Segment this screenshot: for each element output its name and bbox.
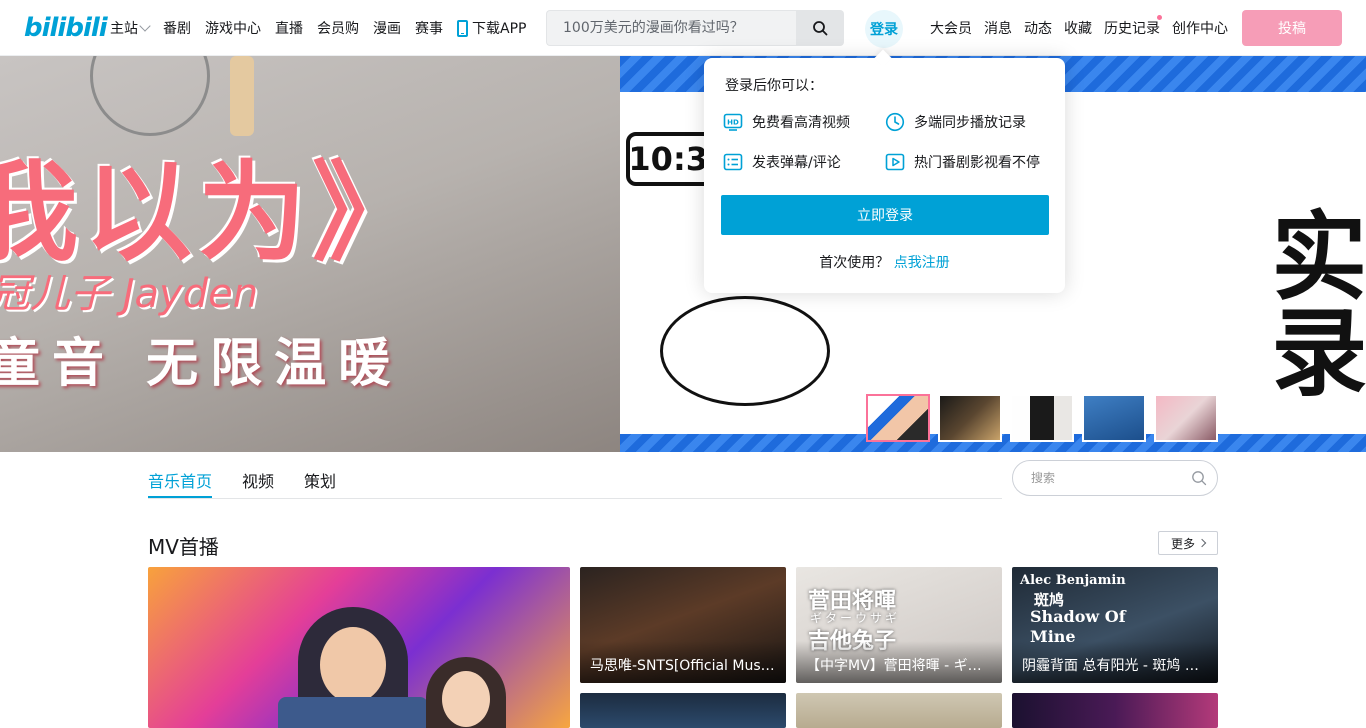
perk-label: 发表弹幕/评论 [752, 155, 841, 171]
perk-label: 免费看高清视频 [752, 115, 850, 131]
banner-subline: 冠儿子 Jayden [0, 271, 259, 317]
nav-label: 主站 [110, 21, 138, 37]
banner-thumb[interactable] [1154, 394, 1218, 442]
clock-illustration: 10:3 [626, 132, 716, 186]
tab-video[interactable]: 视频 [242, 468, 274, 492]
perk-hd-video: HD 免费看高清视频 [723, 112, 850, 132]
login-now-button[interactable]: 立即登录 [721, 195, 1049, 235]
chevron-down-icon [139, 20, 151, 32]
upload-button[interactable]: 投稿 [1242, 10, 1342, 46]
mv-card[interactable] [1012, 693, 1218, 728]
perk-label: 多端同步播放记录 [914, 115, 1026, 131]
nav-item-anime[interactable]: 番剧 [163, 18, 191, 38]
nav-label: 漫画 [373, 21, 401, 37]
nav-item-vip[interactable]: 大会员 [930, 18, 972, 38]
perk-danmaku-comment: 发表弹幕/评论 [723, 152, 841, 172]
perk-anime-movies: 热门番剧影视看不停 [885, 152, 1040, 172]
bilibili-logo[interactable]: bilibili [24, 12, 108, 44]
speech-bubble-illustration [660, 296, 830, 406]
mv-card-caption: 【中字MV】菅田将暉 - ギターウサギ [796, 641, 1002, 683]
header-search [546, 10, 844, 46]
nav-label: 番剧 [163, 21, 191, 37]
signup-row: 首次使用？ 点我注册 [704, 252, 1065, 272]
banner-thumb[interactable] [1010, 394, 1074, 442]
nav-item-esports[interactable]: 赛事 [415, 18, 443, 38]
search-icon [813, 21, 828, 36]
nav-item-manga[interactable]: 漫画 [373, 18, 401, 38]
play-icon [885, 152, 905, 172]
banner-slogan: 童音 无限温暖 [0, 334, 403, 394]
nav-item-favorites[interactable]: 收藏 [1064, 18, 1092, 38]
guitar-decoration [90, 56, 210, 136]
nav-item-mall[interactable]: 会员购 [317, 18, 359, 38]
login-avatar-button[interactable]: 登录 [865, 10, 903, 48]
nav-label: 下载APP [472, 21, 527, 37]
mv-card[interactable] [796, 693, 1002, 728]
music-search [1012, 460, 1218, 496]
hd-icon: HD [723, 112, 743, 132]
login-popover-title: 登录后你可以： [725, 78, 823, 94]
mv-card[interactable]: 马思唯-SNTS[Official Music Video] [580, 567, 786, 683]
mv-card-featured[interactable] [148, 567, 570, 728]
signup-prompt: 首次使用？ [819, 255, 890, 271]
cover-jacket [278, 697, 428, 728]
nav-label: 会员购 [317, 21, 359, 37]
mv-card[interactable]: 菅田将暉 ギターウサギ 吉他兔子 【中字MV】菅田将暉 - ギターウサギ [796, 567, 1002, 683]
section-title: MV首播 [148, 535, 219, 559]
mv-card[interactable]: Alec Benjamin 斑鸠 Shadow Of Mine 阴霾背面 总有阳… [1012, 567, 1218, 683]
nav-label: 直播 [275, 21, 303, 37]
active-tab-indicator [148, 496, 212, 498]
nav-item-history[interactable]: 历史记录 [1104, 15, 1162, 38]
top-header: bilibili 主站 番剧 游戏中心 直播 会员购 漫画 赛事 下载APP 登… [0, 0, 1366, 56]
guitar-peg-decoration [230, 56, 254, 136]
phone-icon [457, 19, 468, 37]
svg-text:HD: HD [727, 119, 739, 127]
cover-artist: Alec Benjamin [1020, 573, 1126, 588]
tab-music-home[interactable]: 音乐首页 [148, 468, 212, 492]
search-icon[interactable] [1191, 470, 1207, 486]
chevron-right-icon [1197, 538, 1207, 548]
notification-dot [1157, 15, 1162, 20]
nav-label: 历史记录 [1104, 21, 1160, 37]
banner-thumbnails [866, 394, 1226, 442]
tab-planning[interactable]: 策划 [304, 468, 336, 492]
music-search-input[interactable] [1031, 471, 1191, 485]
login-popover: 登录后你可以： HD 免费看高清视频 多端同步播放记录 发表弹幕/评论 热门番剧… [704, 58, 1065, 293]
nav-item-game-center[interactable]: 游戏中心 [205, 18, 261, 38]
search-input[interactable] [546, 10, 796, 46]
mv-card-caption: 马思唯-SNTS[Official Music Video] [580, 641, 786, 683]
search-button[interactable] [796, 10, 844, 46]
music-subnav: 音乐首页 视频 策划 [148, 460, 1002, 499]
banner-thumb[interactable] [938, 394, 1002, 442]
banner-thumb[interactable] [1082, 394, 1146, 442]
more-button[interactable]: 更多 [1158, 531, 1218, 555]
banner-carousel[interactable]: 我以为》 冠儿子 Jayden 童音 无限温暖 10:3 奖 实录 [0, 56, 1366, 452]
nav-item-main-site[interactable]: 主站 [110, 18, 151, 38]
banner-slide-left[interactable]: 我以为》 冠儿子 Jayden 童音 无限温暖 [0, 56, 620, 452]
nav-item-download-app[interactable]: 下载APP [457, 18, 526, 38]
nav-item-creator-center[interactable]: 创作中心 [1172, 18, 1228, 38]
nav-right: 大会员 消息 动态 收藏 历史记录 创作中心 [930, 0, 1240, 56]
nav-item-live[interactable]: 直播 [275, 18, 303, 38]
mv-card-caption: 阴霾背面 总有阳光 - 斑鸠 Alec Benjamin [1012, 641, 1218, 683]
nav-left: 主站 番剧 游戏中心 直播 会员购 漫画 赛事 下载APP [110, 0, 540, 56]
logo-text: bilibili [24, 13, 108, 43]
nav-label: 游戏中心 [205, 21, 261, 37]
nav-item-messages[interactable]: 消息 [984, 18, 1012, 38]
cover-face [442, 671, 490, 727]
banner-headline: 我以为》 [0, 151, 427, 276]
clock-icon [885, 112, 905, 132]
manga-title-side: 实录 [1254, 206, 1366, 398]
perk-sync-history: 多端同步播放记录 [885, 112, 1026, 132]
banner-thumb[interactable] [866, 394, 930, 442]
nav-label: 赛事 [415, 21, 443, 37]
signup-link[interactable]: 点我注册 [894, 255, 950, 271]
cover-face [320, 627, 386, 703]
list-icon [723, 152, 743, 172]
perk-label: 热门番剧影视看不停 [914, 155, 1040, 171]
nav-item-dynamics[interactable]: 动态 [1024, 18, 1052, 38]
mv-card[interactable] [580, 693, 786, 728]
more-label: 更多 [1170, 536, 1195, 551]
